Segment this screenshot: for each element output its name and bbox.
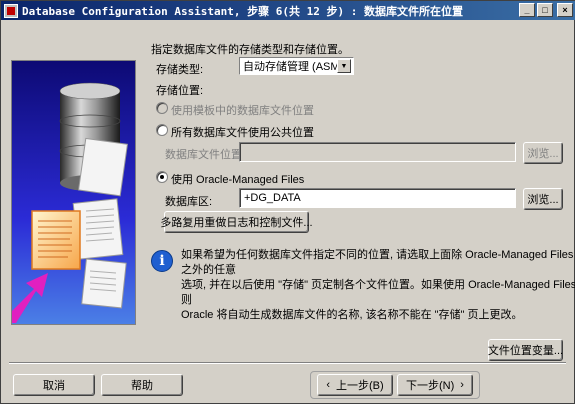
radio-omf[interactable] bbox=[156, 171, 168, 183]
info-line-3: Oracle 将自动生成数据库文件的名称, 该名称不能在 "存储" 页上更改。 bbox=[181, 309, 523, 321]
option-common-label: 所有数据库文件使用公共位置 bbox=[171, 127, 314, 139]
option-omf-label: 使用 Oracle-Managed Files bbox=[171, 174, 305, 186]
help-button[interactable]: 帮助 bbox=[101, 374, 183, 396]
storage-type-select[interactable]: 自动存储管理 (ASM) ▼ bbox=[239, 57, 354, 75]
option-template-label: 使用模板中的数据库文件位置 bbox=[171, 105, 314, 117]
close-button[interactable]: × bbox=[557, 3, 573, 17]
back-button-label: 上一步(B) bbox=[336, 380, 384, 392]
info-line-1: 如果希望为任何数据库文件指定不同的位置, 请选取上面除 Oracle-Manag… bbox=[181, 249, 574, 276]
intro-text: 指定数据库文件的存储类型和存储位置。 bbox=[151, 44, 349, 56]
browse-button-disabled[interactable]: 浏览... bbox=[523, 142, 563, 164]
info-message: 如果希望为任何数据库文件指定不同的位置, 请选取上面除 Oracle-Manag… bbox=[181, 248, 575, 323]
dbca-window: Database Configuration Assistant, 步骤 6(共… bbox=[0, 0, 575, 404]
database-cylinder-icon bbox=[12, 82, 128, 323]
storage-type-value: 自动存储管理 (ASM) bbox=[243, 61, 344, 73]
browse-button[interactable]: 浏览... bbox=[523, 188, 563, 210]
maximize-button[interactable]: □ bbox=[537, 3, 553, 17]
title-bar[interactable]: Database Configuration Assistant, 步骤 6(共… bbox=[1, 1, 575, 20]
info-icon: i bbox=[151, 250, 173, 272]
multiplex-button[interactable]: 多路复用重做日志和控制文件... bbox=[160, 211, 313, 233]
oracle-app-icon bbox=[4, 3, 18, 18]
storage-type-label: 存储类型: bbox=[156, 64, 204, 76]
db-file-location-label: 数据库文件位置: bbox=[165, 149, 246, 161]
back-button[interactable]: ‹ 上一步(B) bbox=[317, 374, 393, 396]
window-title: Database Configuration Assistant, 步骤 6(共… bbox=[22, 4, 464, 18]
info-line-2: 选项, 并在以后使用 "存储" 页定制各个文件位置。如果使用 Oracle-Ma… bbox=[181, 279, 575, 306]
radio-common-location[interactable] bbox=[156, 124, 168, 136]
chevron-left-icon: ‹ bbox=[326, 379, 330, 391]
db-file-location-field[interactable] bbox=[239, 142, 516, 162]
cancel-button[interactable]: 取消 bbox=[13, 374, 95, 396]
window-controls: _ □ × bbox=[519, 3, 573, 17]
footer-divider bbox=[9, 362, 566, 364]
chevron-right-icon: › bbox=[460, 379, 464, 391]
next-button-label: 下一步(N) bbox=[406, 380, 455, 392]
db-area-label: 数据库区: bbox=[165, 196, 213, 208]
minimize-button[interactable]: _ bbox=[519, 3, 535, 17]
radio-template-location[interactable] bbox=[156, 102, 168, 114]
db-area-field[interactable]: +DG_DATA bbox=[239, 188, 516, 208]
chevron-down-icon[interactable]: ▼ bbox=[337, 59, 351, 73]
storage-location-label: 存储位置: bbox=[156, 85, 204, 97]
wizard-graphic bbox=[11, 60, 136, 325]
next-button[interactable]: 下一步(N) › bbox=[397, 374, 473, 396]
file-location-variables-button[interactable]: 文件位置变量... bbox=[488, 339, 563, 361]
